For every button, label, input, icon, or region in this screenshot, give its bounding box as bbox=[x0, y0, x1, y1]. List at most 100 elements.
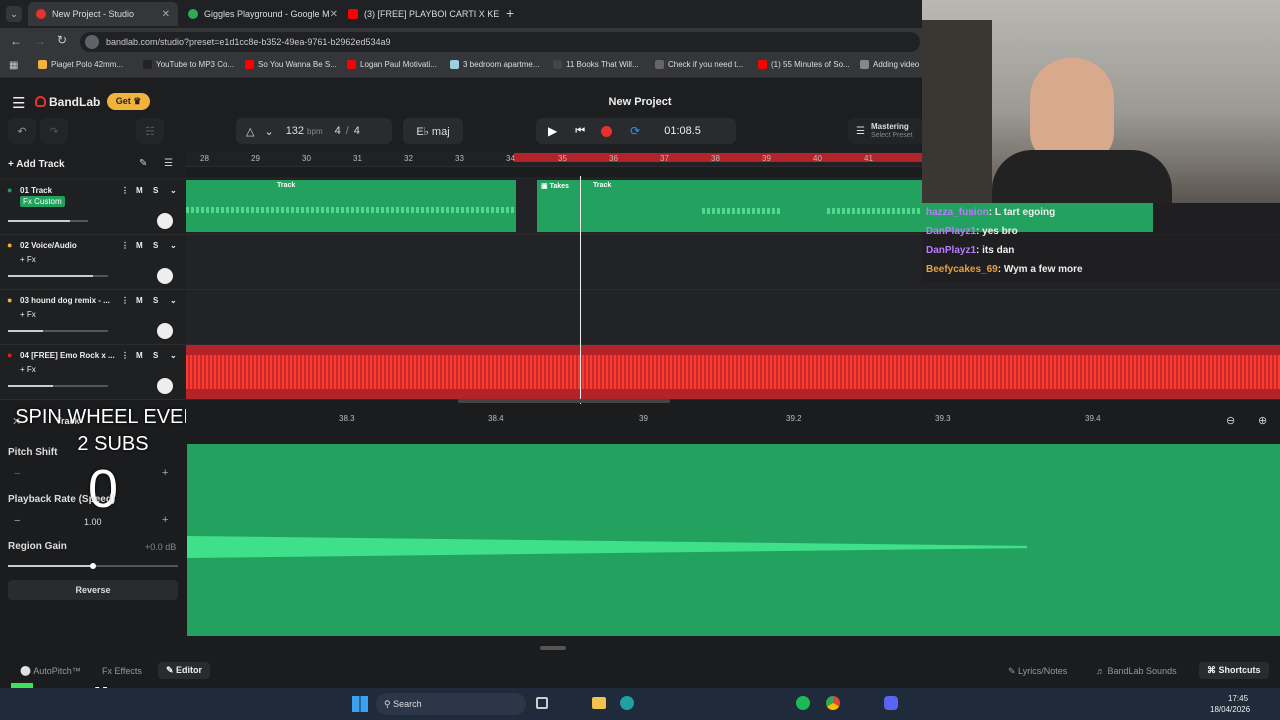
pan-knob[interactable] bbox=[157, 213, 173, 229]
chevron-down-icon[interactable]: ⌄ bbox=[170, 186, 177, 195]
track-header[interactable]: ● 01 Track Fx Custom ⋮ M S ⌄ bbox=[0, 180, 186, 235]
discord-icon[interactable] bbox=[884, 696, 898, 710]
key-selector[interactable]: E♭ maj bbox=[403, 118, 463, 144]
bookmark-item[interactable]: 3 bedroom apartme... bbox=[450, 60, 539, 69]
mute-button[interactable]: M bbox=[136, 186, 143, 195]
grid-snap-button[interactable]: ☵ bbox=[136, 118, 164, 144]
apps-grid-icon[interactable]: ▦ bbox=[9, 60, 18, 71]
solo-button[interactable]: S bbox=[153, 186, 158, 195]
reverse-button[interactable]: Reverse bbox=[8, 580, 178, 600]
solo-button[interactable]: S bbox=[153, 241, 158, 250]
bpm-value[interactable]: 132 bbox=[286, 125, 304, 137]
bookmark-item[interactable]: Check if you need t... bbox=[655, 60, 743, 69]
forward-arrow-icon[interactable]: → bbox=[34, 34, 46, 48]
chevron-down-icon[interactable]: ⌄ bbox=[264, 125, 273, 138]
track-name[interactable]: 03 hound dog remix - ... bbox=[20, 296, 115, 305]
volume-slider[interactable] bbox=[8, 220, 88, 222]
takes-label[interactable]: ▣ Takes bbox=[541, 182, 569, 190]
plus-icon[interactable]: + bbox=[162, 514, 168, 526]
bookmark-item[interactable]: Adding video bbox=[860, 60, 919, 69]
address-bar[interactable]: bandlab.com/studio?preset=e1d1cc8e-b352-… bbox=[80, 32, 920, 52]
lyrics-notes-tab[interactable]: ✎ Lyrics/Notes bbox=[1008, 666, 1067, 677]
tab-close-icon[interactable]: ✕ bbox=[330, 9, 338, 20]
edge-icon[interactable] bbox=[620, 696, 634, 710]
plus-icon[interactable]: + bbox=[162, 467, 168, 479]
time-signature-denominator[interactable]: 4 bbox=[354, 125, 360, 137]
chevron-down-icon[interactable]: ⌄ bbox=[170, 296, 177, 305]
bookmark-item[interactable]: 11 Books That Will... bbox=[553, 60, 639, 69]
track-name[interactable]: 01 Track bbox=[20, 186, 115, 195]
volume-slider[interactable] bbox=[8, 330, 108, 332]
bookmark-item[interactable]: (1) 55 Minutes of So... bbox=[758, 60, 850, 69]
automation-icon[interactable]: ✎ bbox=[139, 158, 147, 169]
tempo-control[interactable]: △ ⌄ 132 bpm 4 / 4 bbox=[236, 118, 392, 144]
minus-icon[interactable]: − bbox=[14, 515, 20, 527]
redo-button[interactable]: ↷ bbox=[40, 118, 68, 144]
pan-knob[interactable] bbox=[157, 268, 173, 284]
zoom-in-icon[interactable]: ⊕ bbox=[1258, 414, 1267, 427]
windows-start-icon[interactable] bbox=[352, 696, 368, 712]
spotify-icon[interactable] bbox=[796, 696, 810, 710]
skip-back-icon[interactable]: ⏮ bbox=[575, 125, 585, 138]
autopitch-tab[interactable]: ⚪ AutoPitch™ bbox=[20, 666, 81, 677]
track-header[interactable]: ● 03 hound dog remix - ... + Fx ⋮ M S ⌄ bbox=[0, 290, 186, 345]
mute-button[interactable]: M bbox=[136, 241, 143, 250]
taskbar-search[interactable]: ⚲ Search bbox=[376, 693, 526, 715]
track-lane[interactable] bbox=[186, 345, 1280, 400]
volume-slider[interactable] bbox=[8, 385, 108, 387]
track-name[interactable]: 02 Voice/Audio bbox=[20, 241, 115, 250]
pan-knob[interactable] bbox=[157, 378, 173, 394]
add-fx-button[interactable]: + Fx bbox=[20, 365, 36, 374]
tab-bandlab[interactable]: New Project - Studio ✕ bbox=[28, 2, 178, 26]
new-tab-button[interactable]: + bbox=[506, 5, 514, 21]
tab-google-maps[interactable]: Giggles Playground - Google M ✕ bbox=[180, 2, 338, 26]
metronome-icon[interactable]: △ bbox=[246, 125, 254, 138]
chevron-down-icon[interactable]: ⌄ bbox=[170, 241, 177, 250]
add-track-button[interactable]: + Add Track bbox=[8, 159, 65, 170]
site-info-icon[interactable] bbox=[85, 35, 99, 49]
playback-rate-stepper[interactable]: − 1.00 + bbox=[8, 513, 178, 533]
time-signature-numerator[interactable]: 4 bbox=[335, 125, 341, 137]
bandlab-sounds-tab[interactable]: ♬ BandLab Sounds bbox=[1096, 666, 1177, 676]
track-menu-icon[interactable]: ⋮ bbox=[121, 186, 129, 195]
add-fx-button[interactable]: + Fx bbox=[20, 255, 36, 264]
undo-button[interactable]: ↶ bbox=[8, 118, 36, 144]
bookmark-item[interactable]: Logan Paul Motivati... bbox=[347, 60, 437, 69]
track-menu-icon[interactable]: ⋮ bbox=[121, 241, 129, 250]
tab-close-icon[interactable]: ✕ bbox=[162, 9, 170, 20]
pan-knob[interactable] bbox=[157, 323, 173, 339]
region-gain-slider[interactable] bbox=[8, 563, 178, 569]
bookmark-item[interactable]: Piaget Polo 42mm... bbox=[38, 60, 123, 69]
file-explorer-icon[interactable] bbox=[592, 697, 606, 709]
mute-button[interactable]: M bbox=[136, 351, 143, 360]
editor-scrollbar[interactable] bbox=[540, 646, 566, 650]
playhead[interactable] bbox=[580, 176, 581, 404]
track-name[interactable]: 04 [FREE] Emo Rock x ... bbox=[20, 351, 115, 360]
audio-region[interactable]: Track bbox=[186, 180, 516, 232]
track-lane[interactable] bbox=[186, 290, 1280, 345]
reload-icon[interactable]: ↻ bbox=[57, 33, 67, 47]
mastering-button[interactable]: ☰ Mastering Select Preset bbox=[848, 118, 924, 144]
rate-value[interactable]: 1.00 bbox=[84, 517, 102, 527]
loop-icon[interactable]: ⟳ bbox=[630, 124, 640, 138]
taskbar-date[interactable]: 18/04/2026 bbox=[1210, 705, 1250, 714]
volume-slider[interactable] bbox=[8, 275, 108, 277]
fx-custom-badge[interactable]: Fx Custom bbox=[20, 196, 65, 207]
track-menu-icon[interactable]: ⋮ bbox=[121, 351, 129, 360]
track-header[interactable]: ● 02 Voice/Audio + Fx ⋮ M S ⌄ bbox=[0, 235, 186, 290]
chevron-down-icon[interactable]: ⌄ bbox=[170, 351, 177, 360]
back-arrow-icon[interactable]: ← bbox=[10, 34, 22, 48]
chrome-icon[interactable] bbox=[826, 696, 840, 710]
tab-list-button[interactable]: ⌄ bbox=[6, 6, 22, 22]
shortcuts-tab[interactable]: ⌘ Shortcuts bbox=[1199, 662, 1269, 679]
play-icon[interactable]: ▶ bbox=[548, 124, 557, 138]
track-settings-icon[interactable]: ☰ bbox=[164, 158, 173, 169]
solo-button[interactable]: S bbox=[153, 296, 158, 305]
editor-waveform-region[interactable] bbox=[187, 444, 1280, 636]
add-fx-button[interactable]: + Fx bbox=[20, 310, 36, 319]
track-menu-icon[interactable]: ⋮ bbox=[121, 296, 129, 305]
task-view-icon[interactable] bbox=[536, 697, 548, 709]
solo-button[interactable]: S bbox=[153, 351, 158, 360]
zoom-out-icon[interactable]: ⊖ bbox=[1226, 414, 1235, 427]
track-header[interactable]: ● 04 [FREE] Emo Rock x ... + Fx ⋮ M S ⌄ bbox=[0, 345, 186, 400]
